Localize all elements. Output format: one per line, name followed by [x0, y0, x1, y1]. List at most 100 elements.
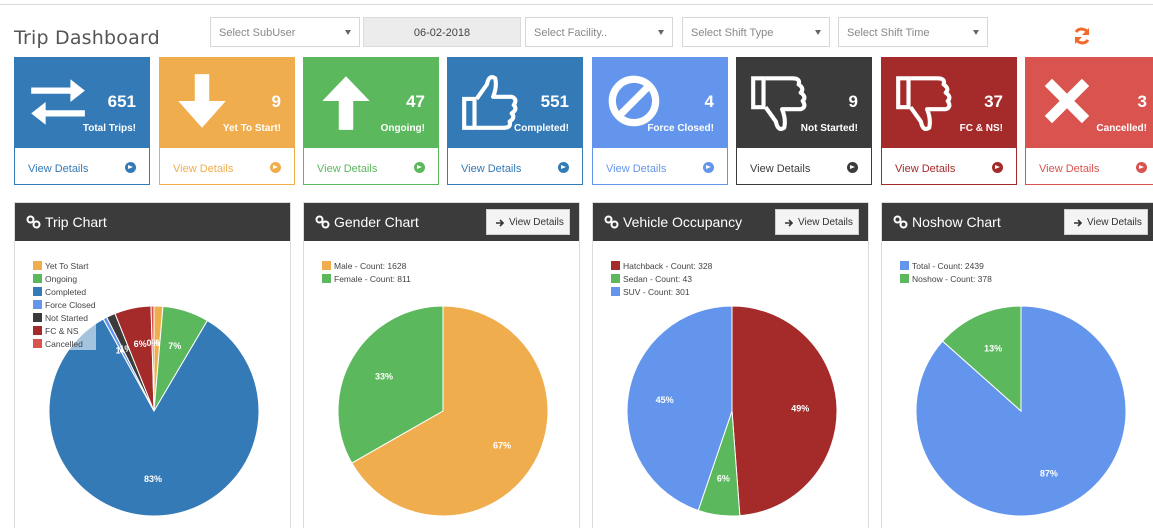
- stat-count: 37: [984, 92, 1003, 111]
- stat-count: 9: [271, 92, 281, 111]
- stat-tile: 47 Ongoing! View Details: [303, 57, 439, 185]
- legend-item[interactable]: Yet To Start: [33, 259, 96, 272]
- legend-label: Sedan - Count: 43: [623, 273, 692, 284]
- view-details-label: View Details: [895, 163, 956, 175]
- date-input[interactable]: 06-02-2018: [363, 17, 521, 47]
- link-icon: [893, 215, 908, 229]
- view-details-label: View Details: [173, 163, 234, 175]
- vehicle-chart-legend: Hatchback - Count: 328 Sedan - Count: 43 S…: [611, 259, 712, 298]
- pie-slice-label: 0%: [147, 338, 160, 348]
- stat-label: FC & NS!: [959, 123, 1003, 134]
- legend-label: Yet To Start: [45, 260, 89, 271]
- legend-item[interactable]: Not Started: [33, 311, 96, 324]
- noshow-view-details-button[interactable]: View Details: [1064, 209, 1148, 235]
- gender-chart-legend: Male - Count: 1628 Female - Count: 811: [322, 259, 411, 285]
- legend-swatch: [900, 261, 909, 270]
- trip-chart-panel: Trip Chart 1% 7% 83% 1% 1% 6% 0% Yet To Start O…: [14, 202, 291, 528]
- legend-item[interactable]: FC & NS: [33, 324, 96, 337]
- noshow-chart-header: Noshow Chart View Details: [882, 203, 1153, 241]
- stat-tile-header: 4 Force Closed!: [593, 58, 727, 148]
- refresh-icon[interactable]: [1072, 26, 1092, 46]
- gender-chart-header: Gender Chart View Details: [304, 203, 579, 241]
- vehicle-view-details-button[interactable]: View Details: [775, 209, 859, 235]
- shift-type-select-value: Select Shift Type: [691, 27, 774, 39]
- stat-count: 4: [704, 92, 714, 111]
- legend-label: Male - Count: 1628: [334, 260, 407, 271]
- pie-slice[interactable]: [731, 305, 838, 517]
- stat-tile: 3 Cancelled! View Details: [1025, 57, 1153, 185]
- stat-tile: 9 Not Started! View Details: [736, 57, 872, 185]
- vehicle-chart-panel: Vehicle Occupancy View Details 49% 6% 45% …: [592, 202, 869, 528]
- stat-tile-header: 3 Cancelled!: [1026, 58, 1153, 148]
- stat-label: Force Closed!: [647, 123, 714, 134]
- legend-item[interactable]: Ongoing: [33, 272, 96, 285]
- subuser-select[interactable]: Select SubUser: [210, 17, 360, 47]
- legend-item[interactable]: SUV - Count: 301: [611, 285, 712, 298]
- legend-item[interactable]: Force Closed: [33, 298, 96, 311]
- stat-tile-header: 651 Total Trips!: [15, 58, 149, 148]
- view-details-link[interactable]: View Details: [593, 148, 727, 185]
- stat-label: Not Started!: [800, 123, 858, 134]
- shift-time-select[interactable]: Select Shift Time: [838, 17, 988, 47]
- view-details-link[interactable]: View Details: [448, 148, 582, 185]
- arrow-circle-right-icon: [1136, 162, 1147, 173]
- legend-item[interactable]: Hatchback - Count: 328: [611, 259, 712, 272]
- legend-item[interactable]: Sedan - Count: 43: [611, 272, 712, 285]
- arrow-right-icon: [496, 219, 505, 227]
- vehicle-chart-header: Vehicle Occupancy View Details: [593, 203, 868, 241]
- facility-select-value: Select Facility..: [534, 27, 608, 39]
- stat-label: Total Trips!: [82, 123, 136, 134]
- shift-type-select[interactable]: Select Shift Type: [682, 17, 830, 47]
- chevron-down-icon: [345, 30, 351, 35]
- view-details-label: View Details: [28, 163, 89, 175]
- legend-item[interactable]: Female - Count: 811: [322, 272, 411, 285]
- legend-label: Completed: [45, 286, 87, 297]
- chevron-down-icon: [815, 30, 821, 35]
- view-details-link[interactable]: View Details: [15, 148, 149, 185]
- stat-label: Cancelled!: [1096, 123, 1147, 134]
- arrow-right-icon: [785, 219, 794, 227]
- legend-item[interactable]: Male - Count: 1628: [322, 259, 411, 272]
- gender-view-details-button[interactable]: View Details: [486, 209, 570, 235]
- arrow-circle-right-icon: [125, 162, 136, 173]
- stat-count: 47: [406, 92, 425, 111]
- stat-count: 551: [540, 92, 569, 111]
- legend-swatch: [33, 300, 42, 309]
- legend-item[interactable]: Cancelled: [33, 337, 96, 350]
- legend-item[interactable]: Total - Count: 2439: [900, 259, 992, 272]
- chevron-down-icon: [658, 30, 664, 35]
- legend-item[interactable]: Noshow - Count: 378: [900, 272, 992, 285]
- stat-label: Completed!: [514, 123, 569, 134]
- gender-chart-panel: Gender Chart View Details 67% 33% Male - …: [303, 202, 580, 528]
- legend-swatch: [611, 287, 620, 296]
- legend-swatch: [322, 261, 331, 270]
- view-details-link[interactable]: View Details: [160, 148, 294, 185]
- chevron-down-icon: [973, 30, 979, 35]
- link-icon: [315, 215, 330, 229]
- stat-tile-header: 551 Completed!: [448, 58, 582, 148]
- legend-swatch: [33, 326, 42, 335]
- arrow-circle-right-icon: [558, 162, 569, 173]
- view-details-link[interactable]: View Details: [737, 148, 871, 185]
- stat-count: 651: [107, 92, 136, 111]
- page-title: Trip Dashboard: [14, 27, 160, 49]
- noshow-chart-title: Noshow Chart: [912, 214, 1001, 230]
- stat-tile-header: 9 Not Started!: [737, 58, 871, 148]
- legend-item[interactable]: Completed: [33, 285, 96, 298]
- close-icon: [1044, 78, 1090, 124]
- view-details-link[interactable]: View Details: [882, 148, 1016, 185]
- swap-arrows-icon: [31, 79, 85, 125]
- arrow-circle-right-icon: [414, 162, 425, 173]
- view-details-label: View Details: [317, 163, 378, 175]
- noshow-view-details-label: View Details: [1087, 217, 1142, 228]
- trip-chart-legend: Yet To Start Ongoing Completed Force Closed…: [33, 259, 96, 350]
- legend-label: FC & NS: [45, 325, 79, 336]
- pie-slice-label: 13%: [984, 344, 1002, 354]
- stat-label: Yet To Start!: [222, 123, 281, 134]
- pie-slice-label: 33%: [375, 372, 393, 382]
- arrow-circle-right-icon: [270, 162, 281, 173]
- vehicle-chart-title: Vehicle Occupancy: [623, 214, 743, 230]
- view-details-link[interactable]: View Details: [304, 148, 438, 185]
- view-details-link[interactable]: View Details: [1026, 148, 1153, 185]
- facility-select[interactable]: Select Facility..: [525, 17, 673, 47]
